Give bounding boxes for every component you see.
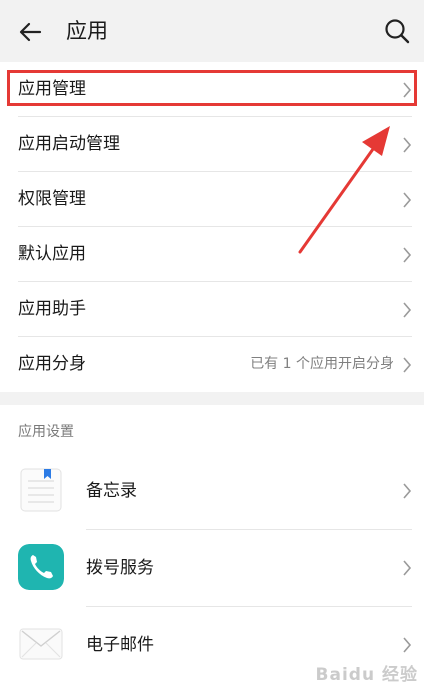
- arrow-left-icon: [19, 22, 42, 42]
- app-item-dialer[interactable]: 拨号服务: [0, 530, 424, 607]
- menu-item-label: 权限管理: [18, 189, 86, 209]
- watermark-text: Baidu 经验: [315, 665, 418, 685]
- app-item-label: 备忘录: [86, 481, 137, 501]
- chevron-right-icon: [403, 82, 412, 98]
- chevron-right-icon: [403, 137, 412, 153]
- menu-item-startup-management[interactable]: 应用启动管理: [0, 117, 424, 172]
- menu-item-label: 默认应用: [18, 244, 86, 264]
- menu-item-app-twin[interactable]: 应用分身 已有 1 个应用开启分身: [0, 337, 424, 392]
- section-title: 应用设置: [18, 424, 74, 440]
- chevron-right-icon: [403, 357, 412, 373]
- menu-item-permission-management[interactable]: 权限管理: [0, 172, 424, 227]
- back-button[interactable]: [16, 17, 46, 47]
- menu-item-default-apps[interactable]: 默认应用: [0, 227, 424, 282]
- page-title: 应用: [66, 19, 108, 43]
- app-item-notepad[interactable]: 备忘录: [0, 453, 424, 530]
- phone-icon: [18, 544, 64, 590]
- menu-item-app-assistant[interactable]: 应用助手: [0, 282, 424, 337]
- app-item-label: 电子邮件: [86, 635, 154, 655]
- chevron-right-icon: [403, 483, 412, 499]
- app-twin-status: 已有 1 个应用开启分身: [250, 356, 394, 372]
- menu-item-label: 应用启动管理: [18, 134, 120, 154]
- menu-item-label: 应用分身: [18, 354, 86, 374]
- menu-item-app-management[interactable]: 应用管理: [0, 62, 424, 117]
- envelope-icon: [19, 628, 63, 660]
- chevron-right-icon: [403, 192, 412, 208]
- app-menu-card: 应用管理 应用启动管理 权限管理 默认应用 应用助手 应用分身 已有 1 个应用…: [0, 62, 424, 392]
- chevron-right-icon: [403, 637, 412, 653]
- search-button[interactable]: [382, 16, 412, 46]
- app-item-label: 拨号服务: [86, 558, 154, 578]
- chevron-right-icon: [403, 302, 412, 318]
- app-settings-card: 备忘录 拨号服务 电子邮件: [0, 405, 424, 689]
- search-icon: [385, 19, 410, 44]
- notepad-icon: [20, 468, 62, 512]
- chevron-right-icon: [403, 560, 412, 576]
- menu-item-label: 应用管理: [18, 79, 86, 99]
- menu-item-label: 应用助手: [18, 299, 86, 319]
- app-header: 应用: [0, 0, 424, 62]
- chevron-right-icon: [403, 247, 412, 263]
